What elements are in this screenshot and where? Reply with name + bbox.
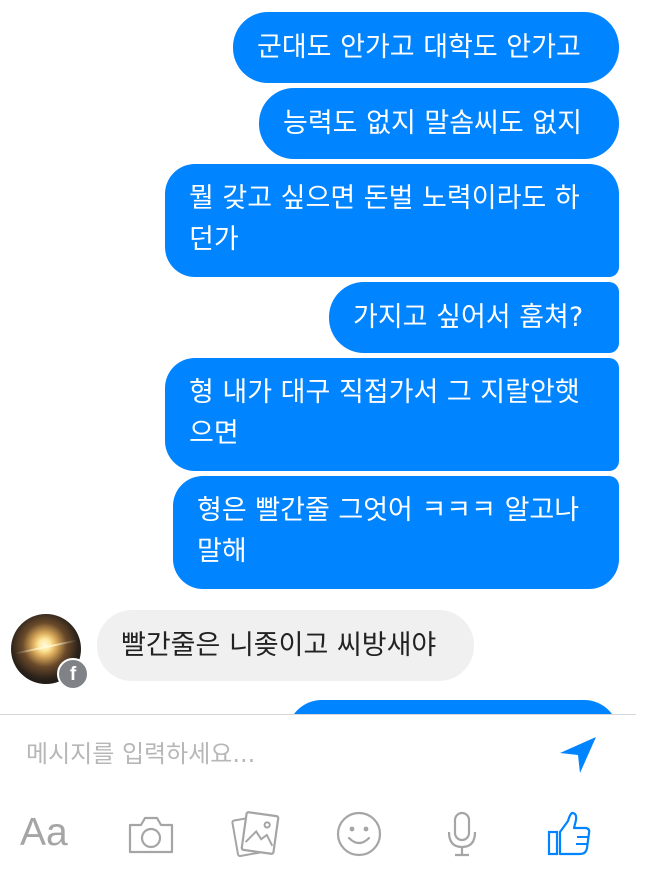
camera-button[interactable] [126, 808, 176, 860]
avatar-light-flare [15, 639, 77, 655]
send-button[interactable] [556, 731, 602, 777]
partial-outgoing-message [287, 700, 619, 714]
outgoing-message[interactable]: 형 내가 대구 직접가서 그 지랄안햇 으면 [165, 358, 619, 471]
message-list[interactable]: 군대도 안가고 대학도 안가고 능력도 없지 말솜씨도 없지 뭘 갖고 싶으면 … [0, 0, 646, 714]
message-input[interactable] [26, 734, 526, 774]
outgoing-message[interactable]: 능력도 없지 말솜씨도 없지 [259, 88, 619, 159]
emoji-icon [336, 811, 382, 857]
incoming-message[interactable]: 빨간줄은 니좆이고 씨방새야 [97, 610, 474, 681]
facebook-badge-icon: f [57, 658, 89, 690]
gallery-icon [231, 811, 280, 858]
microphone-icon [447, 811, 477, 857]
outgoing-message[interactable]: 군대도 안가고 대학도 안가고 [233, 12, 619, 83]
composer-divider [0, 714, 636, 715]
outgoing-message[interactable]: 가지고 싶어서 훔쳐? [329, 282, 619, 353]
outgoing-message[interactable]: 형은 빨간줄 그엇어 ㅋㅋㅋ 알고나 말해 [173, 476, 619, 589]
send-icon [560, 737, 596, 773]
gallery-button[interactable] [230, 808, 282, 860]
like-button[interactable] [544, 808, 594, 860]
camera-icon [128, 816, 174, 854]
emoji-button[interactable] [334, 808, 384, 860]
like-icon [547, 811, 591, 856]
microphone-button[interactable] [440, 808, 484, 860]
outgoing-message[interactable]: 뭘 갖고 싶으면 돈벌 노력이라도 하 던가 [165, 164, 619, 277]
text-format-button[interactable]: Aa [20, 809, 68, 857]
